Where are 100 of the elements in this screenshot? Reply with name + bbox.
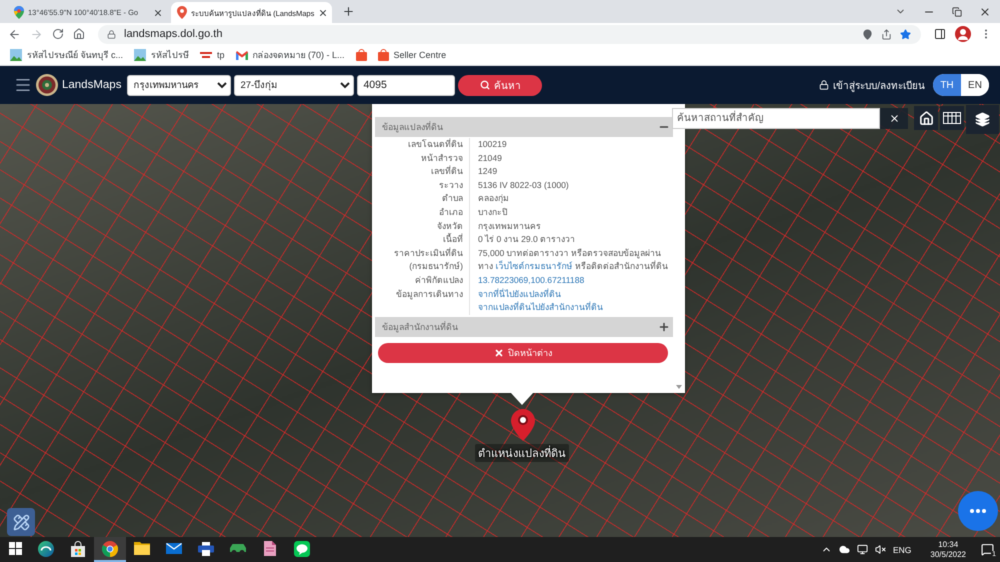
clock-date[interactable]: 30/5/2022 — [930, 550, 966, 560]
home-icon[interactable] — [73, 28, 85, 40]
lock-icon — [819, 80, 830, 90]
close-window-button[interactable]: ปิดหน้าต่าง — [378, 342, 668, 363]
home-button[interactable] — [914, 106, 938, 130]
avatar-icon[interactable] — [955, 26, 971, 42]
bookmark[interactable]: รหัสไปรษี — [134, 48, 190, 62]
coordinates-link[interactable]: 13.78223069,100.67211188 — [478, 274, 584, 288]
login-link[interactable]: เข้าสู่ระบบ/ลงทะเบียน — [819, 78, 925, 92]
bookmark[interactable]: รหัสไปรษณีย์ จันทบุรี c... — [10, 48, 124, 62]
field-label: เลขที่ดิน — [375, 165, 470, 179]
taskbar-app-button[interactable] — [94, 537, 126, 562]
speaker-icon[interactable] — [874, 544, 886, 555]
landscape-thumbnail-icon — [134, 49, 146, 61]
clock-time[interactable]: 10:34 — [938, 540, 958, 550]
parcel-number-input[interactable]: 4095 — [357, 74, 456, 96]
car-icon — [230, 542, 246, 554]
monitor-icon[interactable] — [856, 544, 868, 555]
section-header[interactable]: ข้อมูลแปลงที่ดิน — [375, 117, 673, 137]
emblem-icon — [36, 74, 58, 96]
shopping-bag-icon — [356, 49, 367, 61]
back-icon[interactable] — [8, 28, 21, 40]
language-toggle[interactable]: TH EN — [933, 74, 989, 96]
bookmark[interactable] — [356, 49, 367, 61]
shopping-bag-icon — [70, 540, 86, 556]
location-marker-icon[interactable] — [511, 409, 535, 441]
location-icon[interactable] — [862, 28, 873, 40]
field-value: 100219 — [478, 138, 508, 151]
section-title: ข้อมูลแปลงที่ดิน — [382, 120, 443, 134]
directions-link[interactable]: จากที่นี่ไปยังแปลงที่ดิน — [478, 288, 561, 302]
more-button[interactable] — [958, 491, 998, 531]
field-value: 5136 IV 8022-03 (1000) — [478, 178, 570, 192]
field-label: ค่าพิกัดแปลง — [375, 274, 470, 288]
home-icon — [918, 110, 934, 126]
price-text: 75,000 บาทต่อตารางวา หรือตรวจสอบข้อมูลผ่านทาง เว็บไซต์กรมธนารักษ์ หรือติดต่อสำนักงานที่ดิน — [478, 246, 669, 274]
star-icon[interactable] — [900, 28, 911, 40]
field-label: หน้าสำรวจ — [375, 152, 470, 166]
field-label: จังหวัด — [375, 220, 470, 234]
field-value: บางกะปิ — [478, 206, 508, 219]
restore-icon[interactable] — [952, 6, 962, 16]
layers-icon — [975, 112, 990, 127]
circle-logo-icon — [102, 540, 118, 556]
close-icon — [888, 113, 900, 124]
layers-button[interactable] — [966, 105, 999, 134]
field-label: ตำบล — [375, 192, 470, 206]
document-icon — [264, 541, 276, 556]
field-value: คลองกุ่ม — [478, 192, 510, 206]
field-label: เลขโฉนดที่ดิน — [375, 138, 470, 152]
new-tab-icon[interactable] — [342, 5, 355, 18]
close-icon — [494, 348, 504, 358]
field-label: ราคาประเมินที่ดิน (กรมธนารักษ์) — [375, 246, 470, 274]
section-header[interactable]: ข้อมูลสำนักงานที่ดิน — [375, 316, 673, 337]
bookmark[interactable]: กล่องจดหมาย (70) - L... — [236, 48, 345, 62]
shopping-bag-icon — [378, 49, 389, 61]
map-pin-icon — [14, 6, 24, 19]
cloud-icon[interactable] — [838, 544, 850, 555]
bookmark[interactable]: tp — [200, 50, 225, 60]
four-squares-icon — [8, 542, 22, 555]
bookmark[interactable]: Seller Centre — [378, 49, 446, 61]
menu-icon — [14, 76, 32, 94]
close-icon[interactable] — [979, 6, 991, 18]
side-panel-icon[interactable] — [934, 28, 946, 40]
draw-tool-button[interactable] — [7, 508, 35, 536]
more-icon — [970, 509, 986, 513]
envelope-icon — [166, 543, 182, 554]
website-link[interactable]: เว็บไซต์กรมธนารักษ์ — [495, 261, 572, 272]
mail-icon — [236, 50, 248, 60]
table-icon — [943, 112, 961, 124]
notification-icon[interactable] — [981, 543, 994, 556]
brand-name: LandsMaps — [62, 79, 122, 91]
place-search-field[interactable]: ค้นหาสถานที่สำคัญ — [672, 108, 880, 129]
clear-search-button[interactable] — [880, 108, 908, 129]
lock-icon — [107, 30, 116, 38]
close-icon[interactable] — [153, 8, 163, 18]
search-button[interactable]: ค้นหา — [458, 74, 542, 96]
field-value: 21049 — [478, 152, 503, 165]
input-language[interactable]: ENG — [892, 544, 912, 554]
map-pin-icon — [177, 6, 187, 19]
marker-label: ตำแหน่งแปลงที่ดิน — [475, 444, 569, 462]
share-icon[interactable] — [881, 28, 892, 40]
language-button[interactable]: TH — [933, 74, 961, 96]
close-icon[interactable] — [318, 8, 328, 18]
address-bar[interactable]: landsmaps.dol.go.th — [98, 24, 921, 44]
pencil-ruler-icon — [12, 514, 30, 530]
search-icon — [480, 80, 490, 90]
directions-link[interactable]: จากแปลงที่ดินไปยังสำนักงานที่ดิน — [478, 301, 603, 315]
field-value: 1249 — [478, 165, 498, 178]
landscape-thumbnail-icon — [10, 49, 22, 61]
district-select[interactable]: 27-บึงกุ่ม — [234, 74, 354, 96]
scroll-down-arrow-icon[interactable] — [676, 385, 682, 389]
stripes-logo-icon — [200, 51, 212, 59]
chat-bubble-icon — [294, 540, 310, 556]
field-value: กรุงเทพมหานคร — [478, 220, 542, 234]
plus-icon[interactable] — [658, 320, 670, 333]
field-label: อำเภอ — [375, 206, 470, 220]
table-button[interactable] — [940, 106, 964, 130]
reload-icon[interactable] — [52, 28, 64, 40]
province-select[interactable]: กรุงเทพมหานคร — [127, 74, 232, 96]
field-value: 0 ไร่ 0 งาน 29.0 ตารางวา — [478, 233, 576, 246]
field-label: เนื้อที่ — [375, 233, 470, 247]
